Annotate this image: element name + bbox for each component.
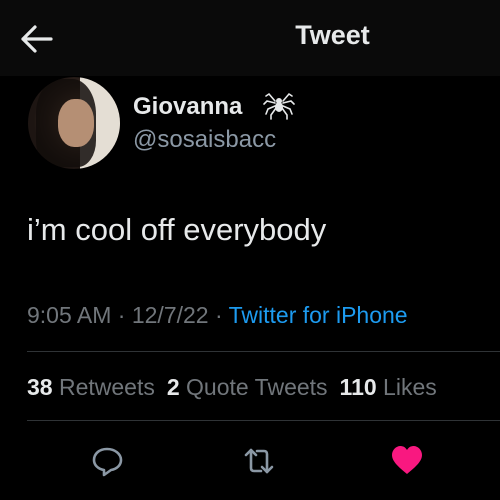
tweet-stats: 38 Retweets 2 Quote Tweets 110 Likes — [27, 374, 449, 401]
likes-stat[interactable]: 110 Likes — [340, 374, 437, 400]
avatar-face — [58, 99, 94, 147]
like-button[interactable] — [390, 444, 424, 478]
reply-button[interactable] — [90, 444, 124, 478]
spider-icon — [263, 92, 295, 120]
likes-count: 110 — [339, 374, 377, 400]
likes-label: Likes — [383, 374, 437, 400]
quote-tweets-stat[interactable]: 2 Quote Tweets — [167, 374, 328, 400]
retweet-icon — [244, 448, 274, 474]
quote-tweets-count: 2 — [166, 374, 180, 400]
retweets-label: Retweets — [58, 374, 155, 400]
tweet-source-link[interactable]: Twitter for iPhone — [229, 302, 408, 328]
tweet-date[interactable]: 12/7/22 — [132, 302, 209, 328]
page-title: Tweet — [295, 20, 370, 50]
tweet-meta: 9:05 AM · 12/7/22 · Twitter for iPhone — [27, 302, 408, 329]
author-handle[interactable]: @sosaisbacc — [133, 126, 276, 154]
retweet-button[interactable] — [242, 444, 276, 478]
retweets-stat[interactable]: 38 Retweets — [27, 374, 155, 400]
divider — [27, 351, 500, 352]
retweets-count: 38 — [27, 374, 53, 400]
tweet-text: i’m cool off everybody — [27, 212, 327, 247]
tweet-time[interactable]: 9:05 AM — [27, 302, 111, 328]
author-display-name[interactable]: Giovanna — [133, 93, 242, 121]
quote-tweets-label: Quote Tweets — [186, 374, 328, 400]
heart-icon — [392, 446, 422, 474]
reply-bubble-icon — [92, 447, 123, 477]
top-bar: Tweet — [0, 0, 500, 76]
meta-separator: · — [117, 302, 132, 328]
avatar[interactable] — [28, 77, 120, 169]
meta-separator: · — [214, 302, 229, 328]
divider — [27, 420, 500, 421]
